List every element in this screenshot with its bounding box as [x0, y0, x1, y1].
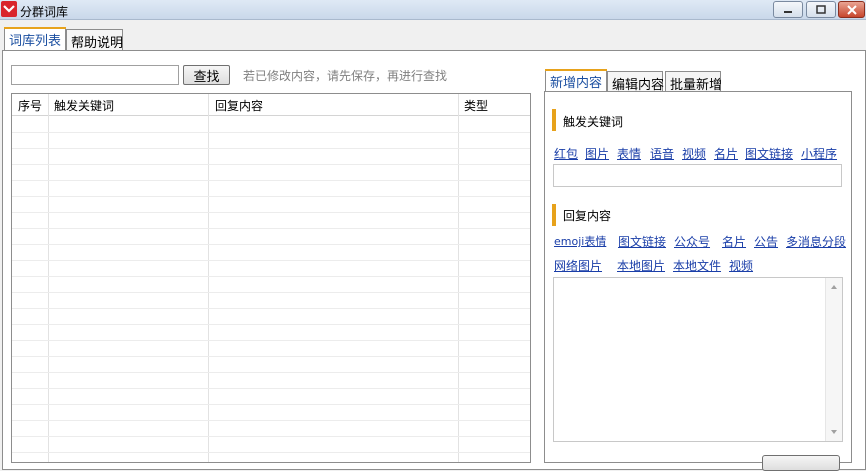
keyword-link-article[interactable]: 图文链接	[745, 145, 793, 162]
table-row-line	[12, 404, 530, 405]
tab-add-content[interactable]: 新增内容	[545, 69, 607, 93]
word-table[interactable]: 序号 触发关键词 回复内容 类型	[11, 93, 531, 463]
column-divider	[208, 94, 209, 462]
search-hint: 若已修改内容，请先保存，再进行查找	[243, 69, 448, 83]
title-bar: 分群词库	[0, 0, 866, 20]
table-header: 序号 触发关键词 回复内容 类型	[12, 94, 530, 116]
tab-add-content-label: 新增内容	[550, 76, 603, 91]
reply-link-card[interactable]: 名片	[722, 233, 746, 250]
tab-batch-add[interactable]: 批量新增	[665, 71, 722, 93]
search-button[interactable]: 查找	[183, 65, 230, 85]
tab-help[interactable]: 帮助说明	[66, 29, 123, 51]
search-button-label: 查找	[193, 69, 220, 85]
reply-link-local-file[interactable]: 本地文件	[673, 257, 721, 274]
tab-help-label: 帮助说明	[71, 36, 124, 51]
table-row-line	[12, 260, 530, 261]
reply-link-multi-message[interactable]: 多消息分段	[786, 233, 846, 250]
column-divider	[458, 94, 459, 462]
keyword-section-title: 触发关键词	[563, 115, 624, 129]
table-row-line	[12, 324, 530, 325]
column-header-reply[interactable]: 回复内容	[215, 97, 263, 114]
section-accent-bar	[552, 204, 556, 226]
table-row-line	[12, 276, 530, 277]
keyword-link-emoji[interactable]: 表情	[617, 145, 641, 162]
reply-link-video[interactable]: 视频	[729, 257, 753, 274]
close-button[interactable]	[838, 1, 865, 18]
scroll-up-icon[interactable]	[831, 285, 837, 289]
table-row-line	[12, 148, 530, 149]
reply-link-local-image[interactable]: 本地图片	[617, 257, 665, 274]
tab-word-list[interactable]: 词库列表	[4, 27, 66, 51]
table-row-line	[12, 372, 530, 373]
reply-link-official-account[interactable]: 公众号	[674, 233, 710, 250]
table-row-line	[12, 436, 530, 437]
reply-textarea[interactable]	[553, 277, 843, 442]
table-row-line	[12, 180, 530, 181]
column-header-keyword[interactable]: 触发关键词	[54, 97, 114, 114]
bottom-action-button[interactable]	[762, 455, 840, 471]
keyword-link-voice[interactable]: 语音	[650, 145, 674, 162]
table-row-line	[12, 388, 530, 389]
table-row-line	[12, 356, 530, 357]
maximize-button[interactable]	[806, 1, 836, 18]
window-title: 分群词库	[20, 5, 69, 19]
reply-link-article[interactable]: 图文链接	[618, 233, 666, 250]
table-row-line	[12, 196, 530, 197]
keyword-link-redpacket[interactable]: 红包	[554, 145, 578, 162]
table-row-line	[12, 292, 530, 293]
table-row-line	[12, 420, 530, 421]
column-header-index[interactable]: 序号	[18, 97, 42, 114]
keyword-link-miniprogram[interactable]: 小程序	[801, 145, 837, 162]
scroll-down-icon[interactable]	[831, 430, 837, 434]
keyword-input[interactable]	[553, 164, 842, 187]
minimize-button[interactable]	[773, 1, 803, 18]
table-row-line	[12, 452, 530, 453]
table-row-line	[12, 244, 530, 245]
table-row-line	[12, 340, 530, 341]
minimize-icon	[784, 10, 792, 13]
keyword-link-image[interactable]: 图片	[585, 145, 609, 162]
table-row-line	[12, 164, 530, 165]
column-divider	[48, 94, 49, 462]
search-input[interactable]	[11, 65, 179, 85]
section-accent-bar	[552, 109, 556, 131]
keyword-link-video[interactable]: 视频	[682, 145, 706, 162]
reply-section-title: 回复内容	[563, 209, 612, 223]
tab-edit-content[interactable]: 编辑内容	[607, 71, 664, 93]
keyword-link-card[interactable]: 名片	[714, 145, 738, 162]
column-header-type[interactable]: 类型	[464, 97, 488, 114]
app-logo-icon	[1, 1, 17, 17]
tab-word-list-label: 词库列表	[9, 34, 62, 49]
close-icon	[846, 4, 857, 15]
reply-link-emoji[interactable]: emoji表情	[554, 233, 606, 249]
reply-link-web-image[interactable]: 网络图片	[554, 257, 602, 274]
reply-link-notice[interactable]: 公告	[754, 233, 778, 250]
table-row-line	[12, 132, 530, 133]
table-row-line	[12, 228, 530, 229]
reply-scrollbar[interactable]	[825, 278, 842, 441]
table-row-line	[12, 308, 530, 309]
maximize-icon	[816, 5, 826, 14]
table-row-line	[12, 212, 530, 213]
